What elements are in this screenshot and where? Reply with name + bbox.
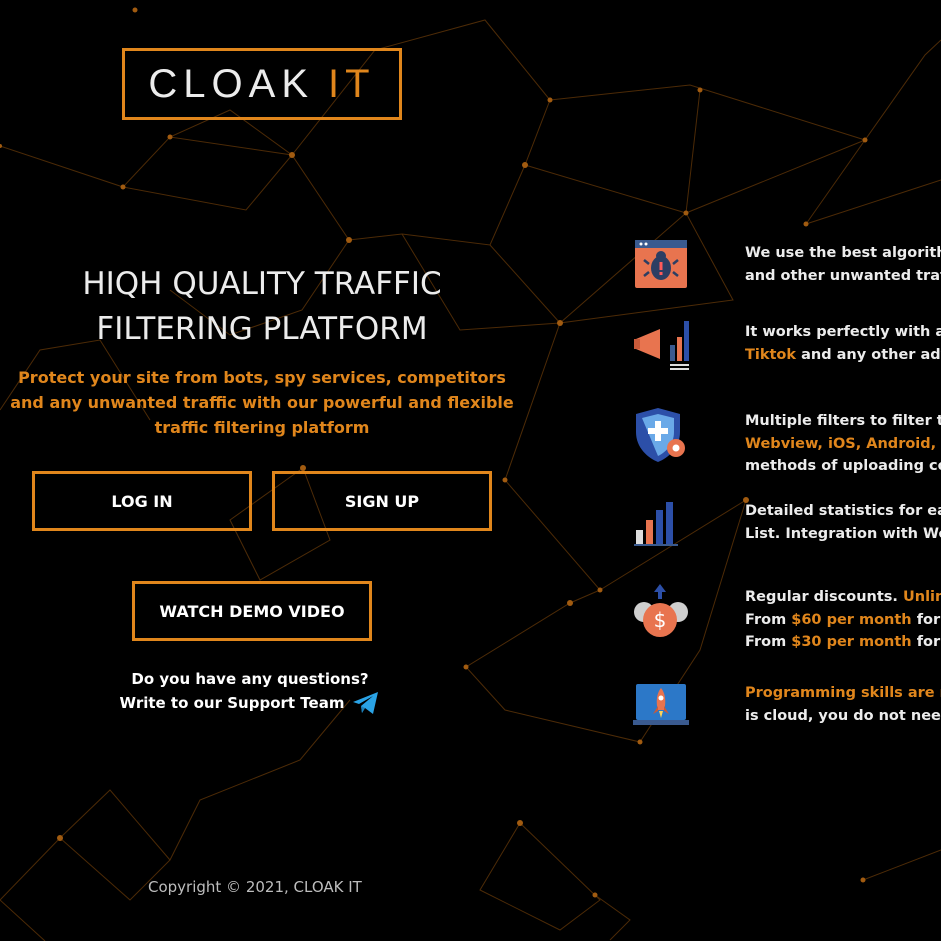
hero-title-line2: FILTERING PLATFORM	[96, 311, 428, 347]
shield-gear-icon	[636, 408, 685, 462]
support-link[interactable]: Write to our Support Team	[120, 691, 345, 715]
megaphone-chart-icon	[634, 321, 689, 370]
rocket-laptop-icon	[633, 684, 689, 725]
hero-title-line1: HIQH QUALITY TRAFFIC	[82, 266, 442, 302]
support-question: Do you have any questions?	[131, 670, 369, 688]
feature-text: Detailed statistics for each List. Integ…	[745, 503, 941, 542]
feature-text: Multiple filters to filter traf Webview,…	[745, 413, 941, 474]
telegram-icon[interactable]	[352, 691, 380, 715]
feature-text: We use the best algorithms and other unw…	[745, 245, 941, 284]
hero-subtitle: Protect your site from bots, spy service…	[10, 368, 514, 437]
logo-text-accent: IT	[328, 61, 376, 106]
cloak-it-logo[interactable]: CLOAK IT	[122, 48, 402, 120]
feature-text: Regular discounts. Unlimite From $60 per…	[745, 589, 941, 650]
dollar-coins-icon: $	[634, 584, 688, 637]
support-link-row[interactable]: Write to our Support Team	[120, 691, 381, 715]
hero-title: HIQH QUALITY TRAFFIC FILTERING PLATFORM	[20, 262, 504, 352]
watch-demo-button[interactable]: WATCH DEMO VIDEO	[132, 581, 372, 641]
signup-button[interactable]: SIGN UP	[272, 471, 492, 531]
svg-text:$: $	[654, 608, 667, 632]
bug-alert-browser-icon	[635, 240, 687, 288]
bar-chart-icon	[634, 502, 678, 546]
copyright: Copyright © 2021, CLOAK IT	[148, 878, 362, 896]
login-button[interactable]: LOG IN	[32, 471, 252, 531]
support-block: Do you have any questions? Write to our …	[100, 667, 400, 715]
feature-text: Programming skills are not is cloud, you…	[745, 685, 941, 724]
logo-text-main: CLOAK	[148, 61, 315, 106]
feature-text: It works perfectly with any Tiktok and a…	[745, 324, 941, 363]
